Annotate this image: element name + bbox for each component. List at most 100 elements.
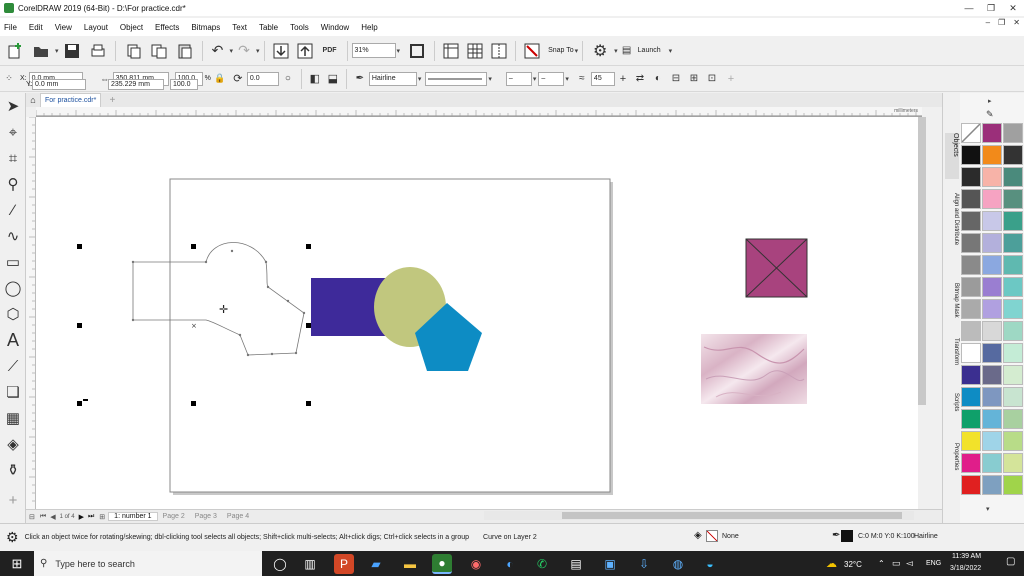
outline-pen-icon[interactable]: ✒ <box>353 68 367 90</box>
launch-button[interactable]: Launch <box>638 47 661 54</box>
docker-tab-align[interactable]: Align and Distribute <box>945 193 959 245</box>
palette-swatch[interactable] <box>961 145 981 165</box>
edge-taskbar-icon[interactable]: ◐ <box>500 554 520 574</box>
volume-icon[interactable]: ◅ <box>906 558 913 569</box>
options-dropdown-icon[interactable]: ▾ <box>614 47 618 55</box>
palette-swatch[interactable] <box>982 211 1002 231</box>
open-dropdown-icon[interactable]: ▾ <box>55 47 59 55</box>
paste-icon[interactable] <box>174 40 196 62</box>
outline-width-field[interactable]: Hairline <box>368 71 417 86</box>
height-field[interactable]: 235.229 mm <box>108 79 164 90</box>
store-taskbar-icon[interactable]: ▰ <box>366 554 386 574</box>
shape-tool-icon[interactable]: ⌖ <box>0 119 26 145</box>
palette-swatch[interactable] <box>1003 387 1023 407</box>
weather-icon[interactable]: ☁ <box>826 557 837 570</box>
page-tab-4[interactable]: Page 4 <box>222 513 254 520</box>
palette-swatch[interactable] <box>982 321 1002 341</box>
language-indicator[interactable]: ENG <box>926 560 941 567</box>
marble-texture-bitmap[interactable] <box>701 334 807 404</box>
palette-swatch[interactable] <box>961 409 981 429</box>
palette-swatch[interactable] <box>961 453 981 473</box>
notifications-icon[interactable]: ▢ <box>1006 556 1015 567</box>
palette-swatch[interactable] <box>1003 211 1023 231</box>
palette-swatch[interactable] <box>1003 255 1023 275</box>
transparency-tool-icon[interactable]: ▦ <box>0 405 26 431</box>
status-options-gear-icon[interactable]: ⚙ <box>6 529 19 546</box>
palette-swatch[interactable] <box>982 123 1002 143</box>
curve-reverse-icon[interactable]: ⇄ <box>633 68 647 90</box>
save-icon[interactable] <box>61 40 83 62</box>
show-guidelines-icon[interactable] <box>489 40 509 62</box>
palette-eyedropper-icon[interactable]: ✎ <box>986 109 994 120</box>
docker-tab-scripts[interactable]: Scripts <box>945 393 959 411</box>
home-icon[interactable]: ⌂ <box>26 95 40 105</box>
undo-icon[interactable]: ↶ <box>209 40 227 62</box>
palette-swatch[interactable] <box>961 211 981 231</box>
whatsapp-taskbar-icon[interactable]: ✆ <box>532 554 552 574</box>
palette-swatch[interactable] <box>1003 409 1023 429</box>
rectangle-tool-icon[interactable]: ▭ <box>0 249 26 275</box>
line-style-dropdown-icon[interactable]: ▾ <box>488 75 492 83</box>
document-tab[interactable]: For practice.cdr* <box>40 93 102 107</box>
taskbar-search-box[interactable]: ⚲ Type here to search <box>34 551 262 576</box>
scale-y-field[interactable]: 100.0 <box>170 79 198 90</box>
doc-close-button[interactable]: ✕ <box>1013 18 1020 27</box>
full-screen-icon[interactable] <box>406 40 428 62</box>
download-taskbar-icon[interactable]: ⇩ <box>634 554 654 574</box>
menu-file[interactable]: File <box>4 23 17 32</box>
menu-object[interactable]: Object <box>120 23 143 32</box>
end-arrowhead-selector[interactable]: – <box>538 71 565 86</box>
convert-icon[interactable]: ⊡ <box>705 68 719 90</box>
palette-swatch[interactable] <box>982 387 1002 407</box>
drop-shadow-tool-icon[interactable]: ❏ <box>0 379 26 405</box>
outline-width-dropdown-icon[interactable]: ▾ <box>418 75 422 83</box>
show-rulers-icon[interactable] <box>441 40 461 62</box>
palette-swatch[interactable] <box>982 453 1002 473</box>
options-gear-icon[interactable]: ⚙ <box>589 40 611 62</box>
show-grid-icon[interactable] <box>465 40 485 62</box>
vertical-ruler[interactable] <box>26 116 36 509</box>
page-tab-1[interactable]: 1: number 1 <box>108 512 158 521</box>
maximize-button[interactable]: ❐ <box>980 0 1002 16</box>
palette-swatch[interactable] <box>982 277 1002 297</box>
page-tab-2[interactable]: Page 2 <box>158 513 190 520</box>
minimize-button[interactable]: — <box>958 0 980 16</box>
cut-icon[interactable] <box>122 40 144 62</box>
start-arrowhead-dropdown-icon[interactable]: ▾ <box>533 75 537 83</box>
menu-text[interactable]: Text <box>232 23 247 32</box>
import-icon[interactable] <box>271 40 291 62</box>
doc-minimize-button[interactable]: – <box>986 18 990 27</box>
palette-swatch[interactable] <box>1003 299 1023 319</box>
palette-swatch[interactable] <box>961 255 981 275</box>
zoom-dropdown-icon[interactable]: ▾ <box>397 47 401 55</box>
ellipse-tool-icon[interactable]: ◯ <box>0 275 26 301</box>
snap-to-button[interactable]: Snap To <box>548 47 574 54</box>
palette-swatch[interactable] <box>1003 431 1023 451</box>
menu-bitmaps[interactable]: Bitmaps <box>191 23 220 32</box>
palette-swatch[interactable] <box>961 475 981 495</box>
menu-help[interactable]: Help <box>361 23 377 32</box>
palette-swatch[interactable] <box>982 409 1002 429</box>
palette-swatch[interactable] <box>1003 343 1023 363</box>
eyedropper-tool-icon[interactable]: ⚱ <box>0 457 26 483</box>
palette-swatch[interactable] <box>1003 123 1023 143</box>
outline-color-swatch[interactable] <box>841 530 853 542</box>
palette-swatch[interactable] <box>982 343 1002 363</box>
palette-swatch[interactable] <box>961 321 981 341</box>
coreldraw-taskbar-icon[interactable]: ● <box>432 554 452 574</box>
palette-swatch[interactable] <box>961 277 981 297</box>
page-preset-icon[interactable]: ⁘ <box>2 68 16 90</box>
undo-dropdown-icon[interactable]: ▾ <box>230 47 234 55</box>
windows-start-icon[interactable]: ⊞ <box>0 556 34 572</box>
browser-taskbar-icon[interactable]: ◍ <box>668 554 688 574</box>
mirror-horizontal-icon[interactable]: ◧ <box>308 68 322 90</box>
palette-swatch[interactable] <box>1003 365 1023 385</box>
launch-dropdown-icon[interactable]: ▾ <box>669 47 673 55</box>
snap-off-icon[interactable] <box>522 40 542 62</box>
palette-swatch[interactable] <box>961 167 981 187</box>
palette-swatch[interactable] <box>982 299 1002 319</box>
freehand-tool-icon[interactable]: ∕ <box>0 197 26 223</box>
close-button[interactable]: ✕ <box>1002 0 1024 16</box>
palette-scroll-up-icon[interactable]: ▸ <box>988 97 992 105</box>
palette-swatch[interactable] <box>982 189 1002 209</box>
